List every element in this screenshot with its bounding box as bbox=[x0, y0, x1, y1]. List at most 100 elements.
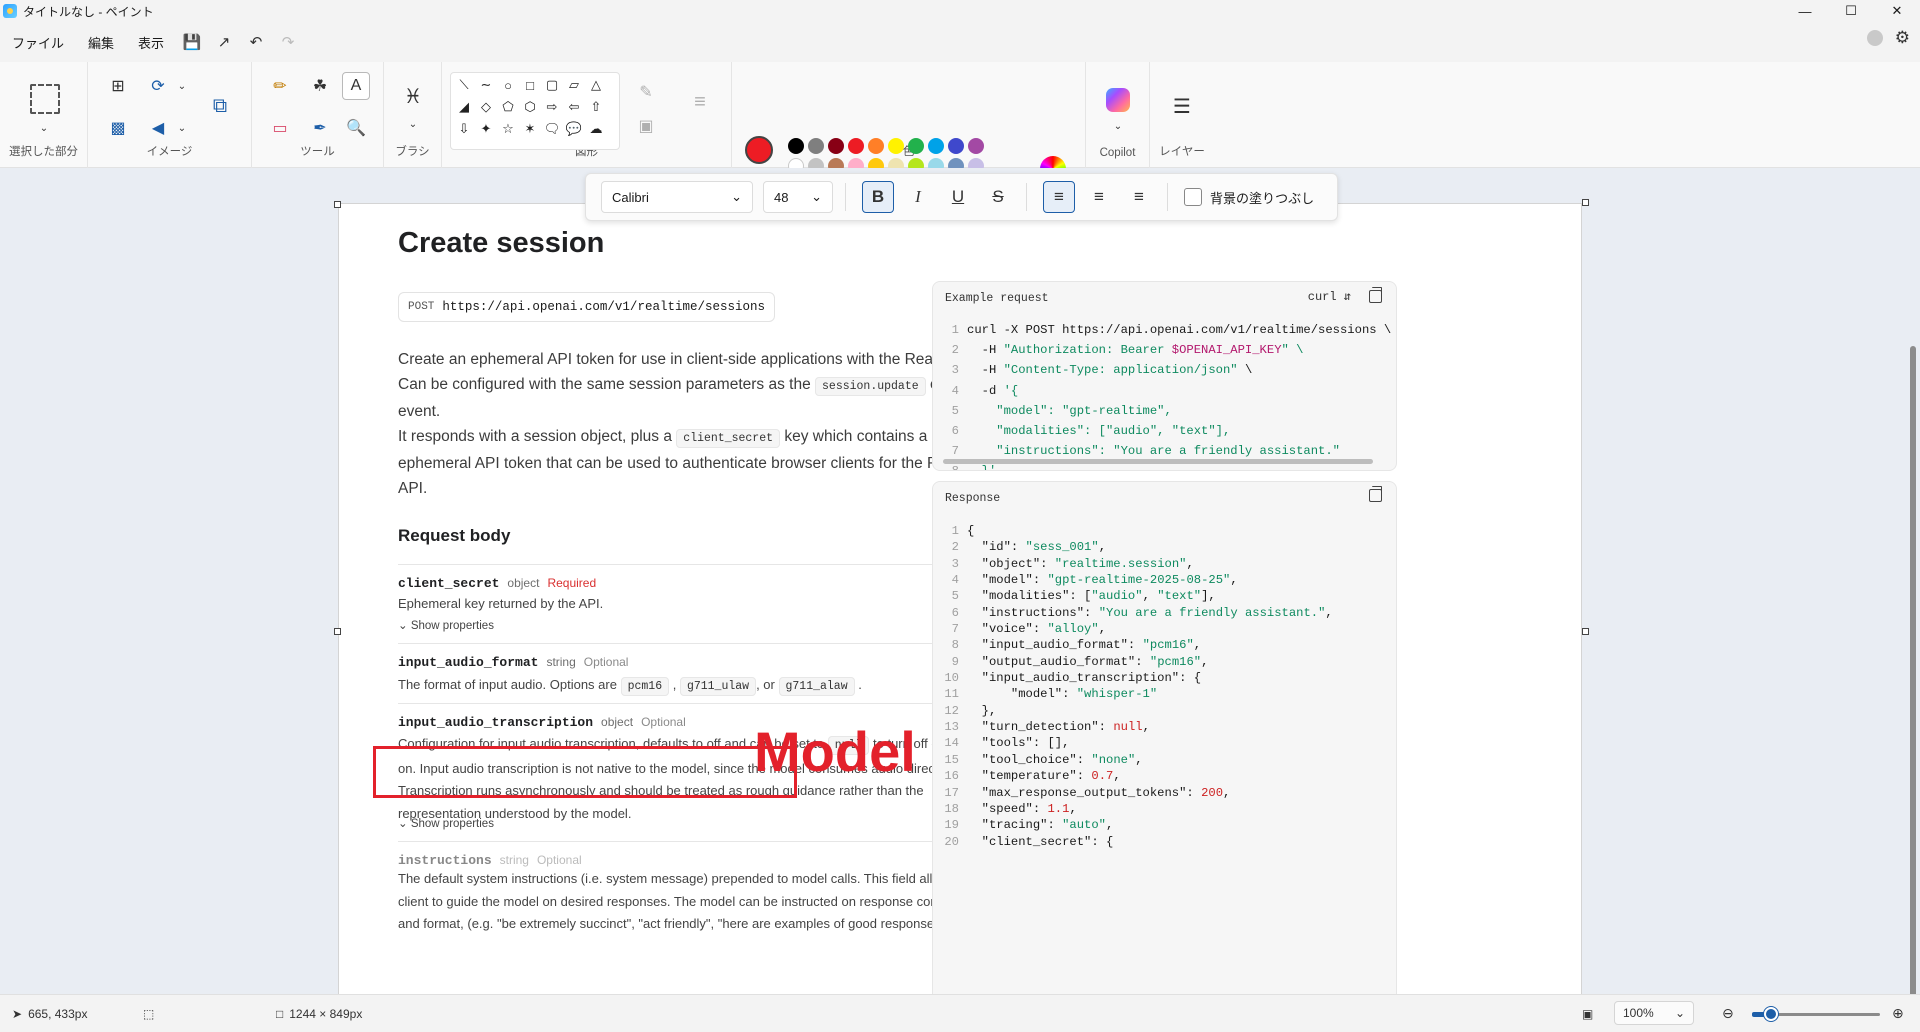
resize-icon[interactable]: ⧉ bbox=[206, 92, 234, 120]
chevron-down-icon[interactable]: ⌄ bbox=[30, 114, 58, 142]
brush-dropdown-icon[interactable]: ⌄ bbox=[399, 110, 427, 138]
bold-button[interactable]: B bbox=[862, 181, 894, 213]
rectangle-shape-icon[interactable]: □ bbox=[521, 76, 539, 94]
copilot-dropdown-icon[interactable]: ⌄ bbox=[1104, 112, 1132, 140]
align-left-icon[interactable]: ≡ bbox=[1043, 181, 1075, 213]
primary-color-button[interactable] bbox=[745, 136, 773, 164]
inline-code: client_secret bbox=[676, 429, 781, 448]
remove-background-icon[interactable]: ▩ bbox=[104, 114, 132, 142]
canvas-resize-handle[interactable] bbox=[334, 201, 341, 208]
text-tool-icon[interactable]: A bbox=[342, 72, 370, 100]
vertical-scrollbar[interactable] bbox=[1910, 346, 1916, 994]
color-swatch[interactable] bbox=[868, 138, 884, 154]
background-fill-checkbox[interactable] bbox=[1184, 188, 1202, 206]
color-swatch[interactable] bbox=[828, 138, 844, 154]
zoom-slider-thumb[interactable] bbox=[1764, 1007, 1779, 1021]
background-fill-label: 背景の塗りつぶし bbox=[1210, 190, 1315, 206]
rect-callout-shape-icon[interactable]: 🗨 bbox=[543, 120, 561, 138]
five-point-star-shape-icon[interactable]: ☆ bbox=[499, 120, 517, 138]
color-swatch[interactable] bbox=[908, 138, 924, 154]
show-properties-toggle[interactable]: ⌄ Show properties bbox=[398, 816, 494, 830]
close-button[interactable]: ✕ bbox=[1874, 0, 1920, 22]
account-icon[interactable] bbox=[1866, 30, 1883, 46]
four-point-star-shape-icon[interactable]: ✦ bbox=[477, 120, 495, 138]
color-swatch[interactable] bbox=[888, 138, 904, 154]
pentagon-shape-icon[interactable]: ⬠ bbox=[499, 98, 517, 116]
copy-icon[interactable] bbox=[1369, 287, 1382, 303]
right-arrow-shape-icon[interactable]: ⇨ bbox=[543, 98, 561, 116]
pencil-icon[interactable]: ✏ bbox=[266, 72, 294, 100]
rounded-rectangle-shape-icon[interactable]: ▢ bbox=[543, 76, 561, 94]
save-icon[interactable]: 💾 bbox=[176, 28, 208, 56]
left-arrow-shape-icon[interactable]: ⇦ bbox=[565, 98, 583, 116]
rotate-dropdown-icon[interactable]: ⌄ bbox=[168, 72, 196, 100]
zoom-in-icon[interactable]: ⊕ bbox=[1892, 1005, 1904, 1022]
hexagon-shape-icon[interactable]: ⬡ bbox=[521, 98, 539, 116]
magnifier-icon[interactable]: 🔍 bbox=[342, 114, 370, 142]
font-family-select[interactable]: Calibri ⌄ bbox=[601, 181, 753, 213]
oval-shape-icon[interactable]: ○ bbox=[499, 76, 517, 94]
polygon-shape-icon[interactable]: ▱ bbox=[565, 76, 583, 94]
outline-icon[interactable]: ✎ bbox=[632, 78, 660, 106]
zoom-select[interactable]: 100% ⌄ bbox=[1614, 1001, 1694, 1025]
oval-callout-shape-icon[interactable]: 💬 bbox=[565, 120, 583, 138]
italic-button[interactable]: I bbox=[902, 181, 934, 213]
undo-icon[interactable]: ↶ bbox=[240, 28, 272, 56]
canvas-resize-handle[interactable] bbox=[1582, 628, 1589, 635]
redo-icon[interactable]: ↷ bbox=[272, 28, 304, 56]
color-swatch[interactable] bbox=[848, 138, 864, 154]
color-swatch[interactable] bbox=[788, 138, 804, 154]
brush-icon[interactable]: ♓ bbox=[399, 82, 427, 110]
layers-icon[interactable]: ☰ bbox=[1168, 92, 1196, 120]
color-swatch[interactable] bbox=[928, 138, 944, 154]
color-picker-icon[interactable]: ✒ bbox=[306, 114, 334, 142]
align-right-icon[interactable]: ≡ bbox=[1123, 181, 1155, 213]
canvas-resize-handle[interactable] bbox=[334, 628, 341, 635]
font-size-select[interactable]: 48 ⌄ bbox=[763, 181, 833, 213]
code-line: 2 "id": "sess_001", bbox=[933, 539, 1396, 555]
strikethrough-button[interactable]: S bbox=[982, 181, 1014, 213]
desc-line: API. bbox=[398, 480, 428, 497]
fill-bucket-icon[interactable]: ☘ bbox=[306, 72, 334, 100]
share-icon[interactable]: ↗ bbox=[208, 28, 240, 56]
menu-edit[interactable]: 編集 bbox=[76, 29, 126, 55]
maximize-button[interactable]: ☐ bbox=[1828, 0, 1874, 22]
divider bbox=[398, 564, 1023, 565]
language-select[interactable]: curl ⇵ bbox=[1308, 289, 1351, 304]
diamond-shape-icon[interactable]: ◇ bbox=[477, 98, 495, 116]
canvas-resize-handle[interactable] bbox=[1582, 199, 1589, 206]
crop-icon[interactable]: ⊞ bbox=[104, 72, 132, 100]
align-center-icon[interactable]: ≡ bbox=[1083, 181, 1115, 213]
color-swatch[interactable] bbox=[968, 138, 984, 154]
color-swatch[interactable] bbox=[808, 138, 824, 154]
select-rectangle-icon[interactable] bbox=[30, 84, 60, 114]
down-arrow-shape-icon[interactable]: ⇩ bbox=[455, 120, 473, 138]
settings-gear-icon[interactable]: ⚙ bbox=[1895, 28, 1910, 48]
right-triangle-shape-icon[interactable]: ◢ bbox=[455, 98, 473, 116]
stroke-size-icon[interactable]: ≡ bbox=[686, 88, 714, 116]
color-swatch[interactable] bbox=[948, 138, 964, 154]
fit-to-window-icon[interactable]: ▣ bbox=[1582, 1007, 1593, 1021]
line-shape-icon[interactable]: ⟍ bbox=[455, 76, 473, 94]
line-number: 19 bbox=[944, 818, 959, 833]
zoom-out-icon[interactable]: ⊖ bbox=[1722, 1005, 1734, 1022]
cloud-callout-shape-icon[interactable]: ☁ bbox=[587, 120, 605, 138]
param-description: The format of input audio. Options are p… bbox=[398, 674, 1023, 699]
flip-dropdown-icon[interactable]: ⌄ bbox=[168, 114, 196, 142]
canvas[interactable]: Create session POST https://api.openai.c… bbox=[338, 203, 1582, 994]
show-properties-toggle[interactable]: ⌄ Show properties bbox=[398, 618, 494, 632]
copy-icon[interactable] bbox=[1369, 486, 1382, 502]
six-point-star-shape-icon[interactable]: ✶ bbox=[521, 120, 539, 138]
minimize-button[interactable]: — bbox=[1782, 0, 1828, 22]
code-line: 11 "model": "whisper-1" bbox=[933, 686, 1396, 702]
copilot-icon[interactable] bbox=[1106, 88, 1130, 112]
underline-button[interactable]: U bbox=[942, 181, 974, 213]
shape-fill-icon[interactable]: ▣ bbox=[632, 112, 660, 140]
eraser-icon[interactable]: ▭ bbox=[266, 114, 294, 142]
horizontal-scrollbar[interactable] bbox=[943, 459, 1373, 464]
curve-shape-icon[interactable]: ∼ bbox=[477, 76, 495, 94]
triangle-shape-icon[interactable]: △ bbox=[587, 76, 605, 94]
menu-view[interactable]: 表示 bbox=[126, 29, 176, 55]
menu-file[interactable]: ファイル bbox=[0, 29, 76, 55]
up-arrow-shape-icon[interactable]: ⇧ bbox=[587, 98, 605, 116]
